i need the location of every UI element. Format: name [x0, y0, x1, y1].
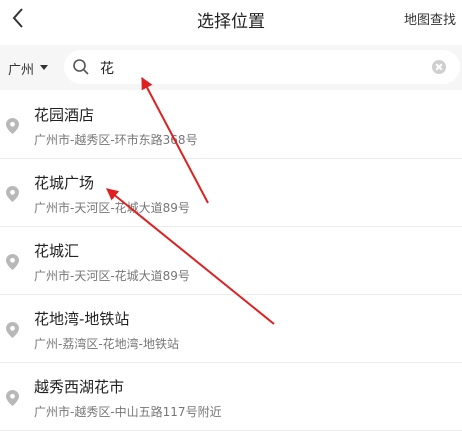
location-pin-icon	[6, 254, 19, 270]
clear-icon[interactable]	[432, 60, 446, 74]
page-title: 选择位置	[197, 12, 265, 32]
result-address: 广州市-天河区-花城大道89号	[34, 201, 190, 215]
search-query-text[interactable]: 花	[100, 58, 114, 78]
caret-down-icon[interactable]	[40, 65, 48, 70]
city-selector[interactable]: 广州	[8, 59, 34, 78]
result-address: 广州市-越秀区-中山五路117号附近	[34, 405, 222, 419]
search-input[interactable]: 花	[64, 50, 460, 84]
location-pin-icon	[6, 322, 19, 338]
list-item[interactable]: 花城广场 广州市-天河区-花城大道89号	[0, 159, 462, 227]
result-name: 花城汇	[34, 242, 80, 260]
map-search-link[interactable]: 地图查找	[404, 9, 456, 28]
search-icon	[73, 59, 89, 75]
result-name: 花城广场	[34, 174, 95, 192]
list-item[interactable]: 花城汇 广州市-天河区-花城大道89号	[0, 227, 462, 295]
list-item[interactable]: 花园酒店 广州市-越秀区-环市东路368号	[0, 91, 462, 159]
location-pin-icon	[6, 186, 19, 202]
result-name: 花地湾-地铁站	[34, 310, 130, 328]
results-list: 花园酒店 广州市-越秀区-环市东路368号 花城广场 广州市-天河区-花城大道8…	[0, 91, 462, 431]
location-pin-icon	[6, 118, 19, 134]
list-item[interactable]: 花地湾-地铁站 广州-荔湾区-花地湾-地铁站	[0, 295, 462, 363]
location-pin-icon	[6, 390, 19, 406]
search-bar: 广州 花	[0, 45, 462, 90]
top-bar: 选择位置 地图查找	[0, 0, 462, 38]
result-name: 花园酒店	[34, 106, 95, 124]
result-name: 越秀西湖花市	[34, 378, 125, 396]
result-address: 广州市-越秀区-环市东路368号	[34, 133, 198, 147]
result-address: 广州市-天河区-花城大道89号	[34, 269, 190, 283]
result-address: 广州-荔湾区-花地湾-地铁站	[34, 337, 179, 351]
